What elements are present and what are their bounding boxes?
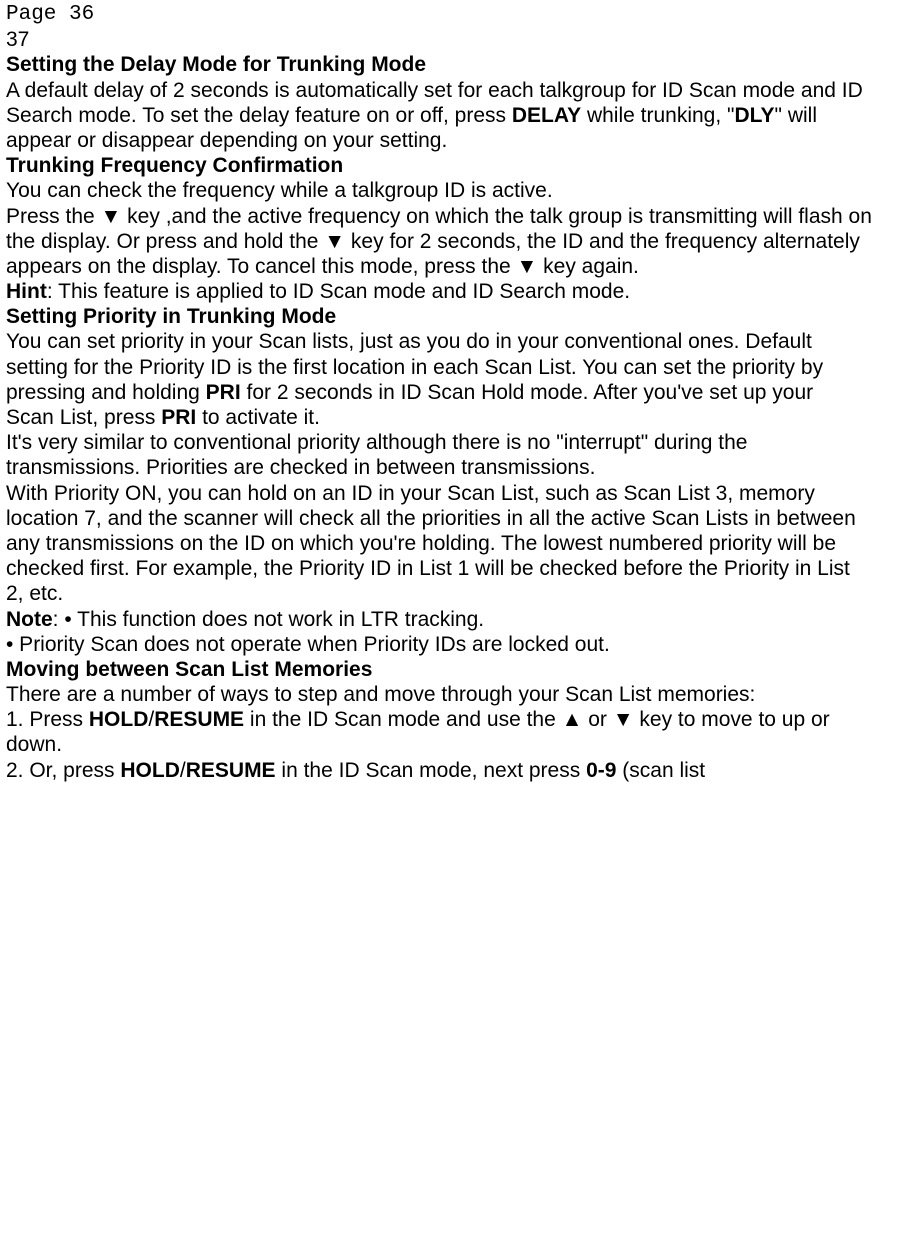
text: key to move to up or: [634, 708, 830, 731]
up-arrow-icon: ▲: [562, 708, 583, 731]
text: : • This function does not work in LTR t…: [53, 608, 484, 631]
section-title-priority: Setting Priority in Trunking Mode: [6, 304, 913, 329]
section-title-freq-confirm: Trunking Frequency Confirmation: [6, 153, 913, 178]
text: to activate it.: [196, 406, 320, 429]
hint-text: Hint: This feature is applied to ID Scan…: [6, 279, 913, 304]
body-text: 2. Or, press HOLD/RESUME in the ID Scan …: [6, 758, 913, 783]
body-text: the display. Or press and hold the ▼ key…: [6, 229, 913, 254]
body-text: pressing and holding PRI for 2 seconds i…: [6, 380, 913, 405]
hint-label: Hint: [6, 280, 47, 303]
key-dly: DLY: [734, 104, 774, 127]
text: in the ID Scan mode and use the: [244, 708, 562, 731]
text: " will: [775, 104, 817, 127]
body-text: With Priority ON, you can hold on an ID …: [6, 481, 913, 506]
body-text: • Priority Scan does not operate when Pr…: [6, 632, 913, 657]
note-text: Note: • This function does not work in L…: [6, 607, 913, 632]
body-text: transmissions. Priorities are checked in…: [6, 455, 913, 480]
text: key again.: [537, 255, 639, 278]
body-text: It's very similar to conventional priori…: [6, 430, 913, 455]
section-title-delay-mode: Setting the Delay Mode for Trunking Mode: [6, 52, 913, 77]
key-pri: PRI: [161, 406, 196, 429]
text: Press the: [6, 205, 101, 228]
body-text: You can check the frequency while a talk…: [6, 178, 913, 203]
down-arrow-icon: ▼: [101, 205, 122, 228]
body-text: appears on the display. To cancel this m…: [6, 254, 913, 279]
text: key for 2 seconds, the ID and the freque…: [345, 230, 860, 253]
key-pri: PRI: [206, 381, 241, 404]
text: Scan List, press: [6, 406, 161, 429]
body-text: any transmissions on the ID on which you…: [6, 531, 913, 556]
text: 1. Press: [6, 708, 89, 731]
key-resume: RESUME: [154, 708, 244, 731]
text: appears on the display. To cancel this m…: [6, 255, 517, 278]
text: : This feature is applied to ID Scan mod…: [47, 280, 630, 303]
text: pressing and holding: [6, 381, 206, 404]
text: while trunking, ": [581, 104, 734, 127]
key-delay: DELAY: [512, 104, 581, 127]
body-text: checked first. For example, the Priority…: [6, 556, 913, 581]
note-label: Note: [6, 608, 53, 631]
text: 2. Or, press: [6, 759, 120, 782]
text: in the ID Scan mode, next press: [276, 759, 587, 782]
body-text: There are a number of ways to step and m…: [6, 682, 913, 707]
body-text: Scan List, press PRI to activate it.: [6, 405, 913, 430]
down-arrow-icon: ▼: [517, 255, 538, 278]
body-text: A default delay of 2 seconds is automati…: [6, 78, 913, 103]
body-text: You can set priority in your Scan lists,…: [6, 329, 913, 354]
key-resume: RESUME: [186, 759, 276, 782]
page-number: 37: [6, 27, 913, 52]
text: Search mode. To set the delay feature on…: [6, 104, 512, 127]
text: or: [582, 708, 612, 731]
body-text: Search mode. To set the delay feature on…: [6, 103, 913, 128]
page-header: Page 36: [6, 2, 913, 27]
key-hold: HOLD: [89, 708, 149, 731]
section-title-moving: Moving between Scan List Memories: [6, 657, 913, 682]
text: key ,and the active frequency on which t…: [121, 205, 872, 228]
text: for 2 seconds in ID Scan Hold mode. Afte…: [241, 381, 813, 404]
body-text: 2, etc.: [6, 581, 913, 606]
key-hold: HOLD: [120, 759, 180, 782]
text: the display. Or press and hold the: [6, 230, 324, 253]
body-text: Press the ▼ key ,and the active frequenc…: [6, 204, 913, 229]
body-text: 1. Press HOLD/RESUME in the ID Scan mode…: [6, 707, 913, 732]
body-text: appear or disappear depending on your se…: [6, 128, 913, 153]
body-text: location 7, and the scanner will check a…: [6, 506, 913, 531]
down-arrow-icon: ▼: [324, 230, 345, 253]
body-text: setting for the Priority ID is the first…: [6, 355, 913, 380]
body-text: down.: [6, 732, 913, 757]
key-0-9: 0-9: [586, 759, 616, 782]
down-arrow-icon: ▼: [613, 708, 634, 731]
text: (scan list: [616, 759, 705, 782]
